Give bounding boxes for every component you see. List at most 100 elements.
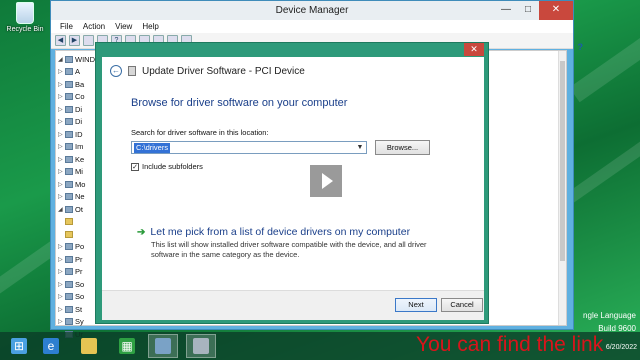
taskbar-device-manager[interactable] (148, 334, 178, 358)
minimize-button[interactable]: — (495, 1, 517, 20)
expand-icon: ▷ (58, 319, 63, 326)
expand-icon: ▷ (58, 119, 63, 126)
device-icon (65, 180, 73, 188)
device-icon (65, 243, 73, 251)
device-icon (193, 338, 209, 354)
view-icon[interactable] (83, 35, 94, 46)
vertical-scrollbar[interactable] (558, 51, 566, 325)
device-icon (65, 93, 73, 101)
expand-icon: ▷ (58, 194, 63, 201)
other-devices-icon (65, 205, 73, 213)
pick-from-list-title[interactable]: Let me pick from a list of device driver… (150, 226, 410, 238)
recycle-bin-icon (16, 2, 34, 24)
tree-item-label: A (75, 67, 81, 77)
checkbox-check-icon[interactable]: ✓ (131, 162, 139, 171)
expand-icon: ▷ (58, 69, 63, 76)
device-icon (65, 143, 73, 151)
device-icon (65, 318, 73, 326)
expand-icon: ▷ (58, 169, 63, 176)
tree-item-label: Mo (75, 179, 86, 189)
chevron-down-icon[interactable]: ▼ (355, 142, 365, 153)
expand-icon: ▷ (58, 81, 63, 88)
dialog-close-button[interactable]: ✕ (464, 43, 484, 56)
expand-icon: ▷ (58, 281, 63, 288)
menu-help[interactable]: Help (137, 20, 163, 33)
tree-item-label: Po (75, 242, 85, 252)
include-subfolders-checkbox[interactable]: ✓ Include subfolders (131, 162, 203, 171)
video-play-button[interactable] (310, 165, 342, 197)
expand-icon: ▷ (58, 306, 63, 313)
tree-item-label: Di (75, 104, 83, 114)
tree-root-label: WIND (75, 54, 95, 64)
folder-icon (81, 338, 97, 354)
store-icon: ▦ (119, 338, 135, 354)
dialog-header: ← Update Driver Software - PCI Device (102, 57, 484, 85)
taskbar-store[interactable]: ▦ (112, 334, 142, 358)
tree-item-label: So (75, 292, 85, 302)
device-icon (65, 268, 73, 276)
menu-action[interactable]: Action (78, 20, 110, 33)
recycle-bin-label: Recycle Bin (6, 26, 44, 33)
expand-icon: ▷ (58, 156, 63, 163)
include-subfolders-label: Include subfolders (142, 162, 203, 171)
device-icon (65, 80, 73, 88)
expand-icon: ▷ (58, 144, 63, 151)
browse-button[interactable]: Browse... (375, 140, 430, 155)
device-icon (65, 130, 73, 138)
driver-path-value[interactable]: C:\drivers (134, 142, 171, 153)
menu-view[interactable]: View (110, 20, 137, 33)
taskbar-ie[interactable]: e (36, 334, 66, 358)
forward-icon[interactable]: ▶ (69, 35, 80, 46)
maximize-button[interactable]: □ (517, 1, 539, 20)
expand-icon: ▷ (58, 244, 63, 251)
tree-item-label: Sy (75, 317, 84, 327)
tree-item-label: ID (75, 129, 83, 139)
taskbar-file-explorer[interactable] (74, 334, 104, 358)
device-icon (65, 68, 73, 76)
unknown-device-icon (65, 230, 73, 238)
next-button[interactable]: Next (395, 298, 437, 312)
cancel-button[interactable]: Cancel (441, 298, 483, 312)
device-icon (65, 155, 73, 163)
device-icon (65, 280, 73, 288)
device-manager-titlebar[interactable]: Device Manager — □ ✕ (51, 1, 573, 20)
device-icon (65, 168, 73, 176)
dialog-titlebar[interactable]: ✕ (96, 43, 488, 57)
search-location-label: Search for driver software in this locat… (131, 128, 269, 137)
tree-item-label: Im (75, 142, 84, 152)
collapse-icon: ◢ (58, 206, 63, 213)
device-icon (65, 305, 73, 313)
collapse-icon: ◢ (58, 56, 63, 63)
menu-file[interactable]: File (55, 20, 78, 33)
unknown-device-icon (65, 218, 73, 226)
expand-icon: ▷ (58, 131, 63, 138)
tray-date: 6/20/2022 (605, 344, 637, 351)
dialog-content: ← Update Driver Software - PCI Device Br… (102, 57, 484, 320)
expand-icon: ▷ (58, 269, 63, 276)
close-button[interactable]: ✕ (539, 1, 573, 20)
green-arrow-icon: ➔ (137, 226, 146, 238)
dialog-title: Update Driver Software - PCI Device (142, 65, 305, 77)
play-icon (322, 173, 333, 189)
internet-explorer-icon: e (43, 338, 59, 354)
pick-from-list-option[interactable]: ➔ Let me pick from a list of device driv… (137, 226, 437, 260)
menu-bar: File Action View Help (51, 20, 573, 33)
driver-path-combobox[interactable]: C:\drivers ▼ (131, 141, 367, 154)
tree-item-label: Di (75, 117, 83, 127)
expand-icon: ▷ (58, 256, 63, 263)
expand-icon: ▷ (58, 106, 63, 113)
windows-logo-icon: ⊞ (11, 338, 27, 354)
help-icon[interactable]: ? (578, 42, 584, 52)
scrollbar-thumb[interactable] (560, 61, 565, 261)
back-arrow-icon[interactable]: ← (110, 65, 122, 77)
device-icon (65, 118, 73, 126)
tree-item-label: Mi (75, 167, 83, 177)
start-button[interactable]: ⊞ (4, 334, 34, 358)
video-caption: You can find the link (416, 333, 604, 356)
tree-item-label: So (75, 279, 85, 289)
dialog-footer: Next Cancel (102, 290, 484, 320)
tree-item-label: Pr (75, 254, 83, 264)
taskbar-driver-dialog[interactable] (186, 334, 216, 358)
recycle-bin[interactable]: Recycle Bin (4, 2, 46, 33)
back-icon[interactable]: ◀ (55, 35, 66, 46)
